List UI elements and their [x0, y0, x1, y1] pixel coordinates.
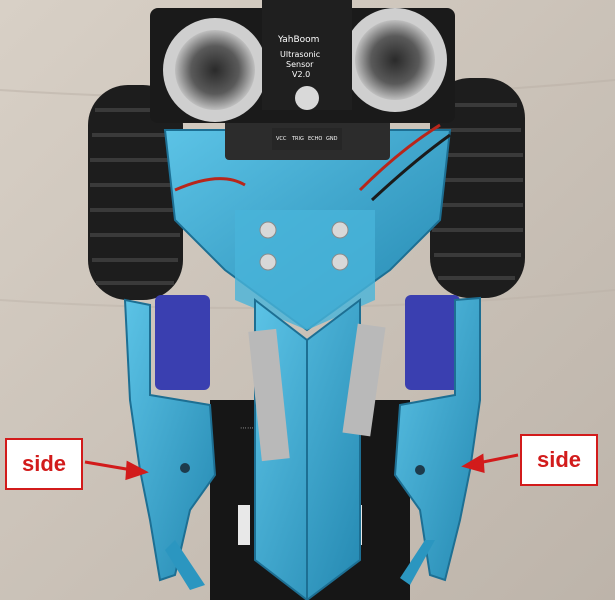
pin-label-gnd: GND	[326, 136, 338, 142]
pin-label-vcc: VCC	[276, 136, 287, 142]
pin-header: VCC TRIG ECHO GND	[272, 128, 342, 150]
side-label-right: side	[520, 434, 598, 486]
sensor-name-line1: Ultrasonic	[280, 50, 320, 59]
sensor-brand: YahBoom	[277, 35, 319, 45]
photo-scene: ⋯⋯⋯⋯⋯⋯	[0, 0, 615, 600]
left-servo	[155, 295, 210, 390]
sensor-version: V2.0	[292, 70, 310, 79]
pin-label-echo: ECHO	[308, 136, 322, 142]
pin-label-trig: TRIG	[291, 136, 304, 142]
ultrasonic-sensor: YahBoom Ultrasonic Sensor V2.0	[150, 0, 455, 123]
side-label-left: side	[5, 438, 83, 490]
right-servo	[405, 295, 460, 390]
robot-car-photo: ⋯⋯⋯⋯⋯⋯	[0, 0, 615, 600]
sensor-name-line2: Sensor	[286, 60, 314, 69]
